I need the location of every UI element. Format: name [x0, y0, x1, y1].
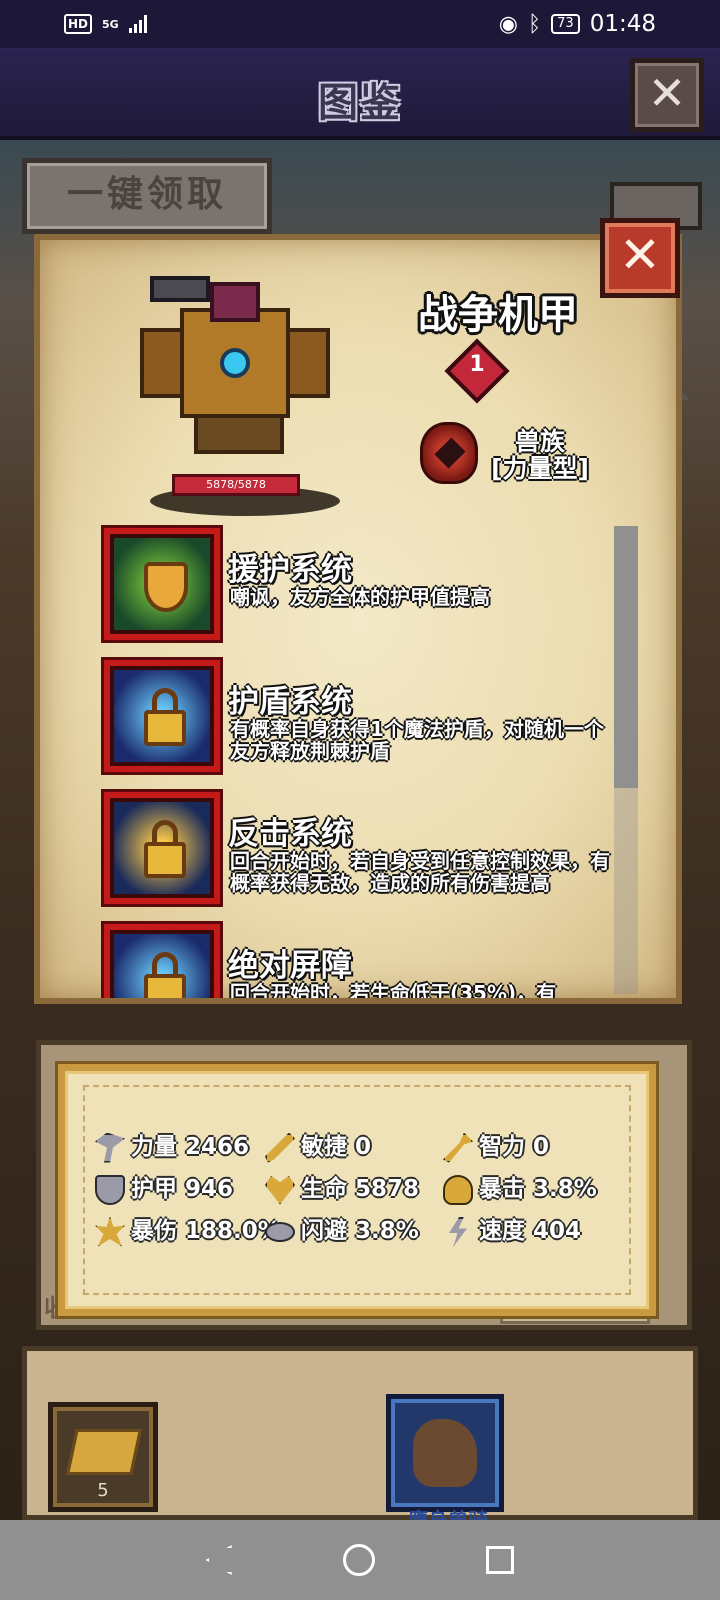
stat-label: 智力	[479, 1134, 525, 1160]
faction-label: 兽族 [力量型]	[484, 428, 596, 482]
stat-value: 2466	[185, 1134, 250, 1160]
unit-portrait-name: 鹰身兽骑	[408, 1508, 488, 1520]
item-slot[interactable]: 5	[48, 1402, 158, 1512]
wand-icon	[443, 1132, 473, 1163]
skull-icon	[443, 1174, 473, 1205]
item-count: 5	[97, 1480, 109, 1501]
stat-value: 0	[533, 1134, 550, 1160]
status-right: ◉ ᛒ 73 01:48	[499, 11, 656, 37]
stat-label: 闪避	[301, 1218, 347, 1244]
stat-label: 力量	[131, 1134, 177, 1160]
skill-icon	[104, 924, 220, 998]
skill-icon	[104, 528, 220, 640]
stats-panel: 力量 2466 敏捷 0 智力 0 护甲 946 生命 5878 暴击 3.8%…	[58, 1064, 656, 1316]
skill-icon	[104, 660, 220, 772]
faction-emblem-icon	[420, 422, 478, 484]
faction-type: [力量型]	[491, 454, 589, 483]
lock-icon	[144, 974, 186, 998]
skill-description: 嘲讽，友方全体的护甲值提高	[230, 585, 490, 609]
burst-icon	[95, 1216, 125, 1247]
clock: 01:48	[589, 11, 656, 37]
stat-label: 护甲	[131, 1176, 177, 1202]
stat-value: 946	[185, 1176, 234, 1202]
signal-icon	[128, 15, 147, 33]
stat-armor: 护甲 946	[95, 1169, 233, 1205]
skill-name: 反击系统	[228, 816, 352, 852]
lock-icon	[144, 842, 186, 878]
bluetooth-icon: ᛒ	[527, 11, 542, 37]
scrollbar-thumb[interactable]	[614, 526, 638, 788]
hd-badge: HD	[64, 14, 93, 34]
stat-crit-damage: 暴伤 188.0%	[95, 1211, 281, 1247]
close-button[interactable]: ✕	[630, 58, 704, 132]
book-icon	[66, 1429, 142, 1475]
recents-icon[interactable]	[486, 1546, 515, 1574]
eye-icon	[265, 1221, 295, 1242]
skills-list[interactable]: 援护系统 嘲讽，友方全体的护甲值提高 护盾系统 有概率自身获得1个魔法护盾，对随…	[100, 524, 620, 998]
unit-portrait[interactable]	[386, 1394, 504, 1512]
battery-indicator: 73	[551, 14, 580, 34]
unit-name: 战争机甲	[418, 292, 578, 338]
head-part	[210, 282, 260, 322]
faction-name: 兽族	[514, 427, 565, 456]
griffin-icon	[413, 1419, 477, 1487]
stat-dodge: 闪避 3.8%	[265, 1211, 419, 1247]
skill-name: 护盾系统	[228, 684, 352, 720]
stat-label: 暴击	[479, 1176, 525, 1202]
heart-icon	[265, 1176, 295, 1205]
skill-item[interactable]: 反击系统 回合开始时，若自身受到任意控制效果，有概率获得无敌，造成的所有伤害提高	[100, 788, 620, 908]
arm-part	[286, 328, 330, 398]
stat-label: 速度	[479, 1218, 525, 1244]
legs-part	[194, 414, 284, 454]
stat-value: 3.8%	[533, 1176, 597, 1202]
hp-bar: 5878/5878	[172, 474, 300, 496]
shield-icon	[144, 562, 188, 612]
stat-label: 暴伤	[131, 1218, 177, 1244]
eye-icon: ◉	[498, 11, 518, 37]
shield-icon	[95, 1174, 125, 1205]
sword-icon	[265, 1132, 295, 1163]
skill-icon	[104, 792, 220, 904]
stat-crit: 暴击 3.8%	[443, 1169, 597, 1205]
energy-core	[220, 348, 250, 378]
war-mech-sprite	[140, 268, 340, 478]
stat-health: 生命 5878	[265, 1169, 419, 1205]
stat-value: 5878	[355, 1176, 420, 1202]
status-bar: HD 5G ◉ ᛒ 73 01:48	[0, 0, 720, 48]
skill-description: 回合开始时，若自身受到任意控制效果，有概率获得无敌，造成的所有伤害提高	[230, 849, 610, 895]
skill-name: 援护系统	[228, 552, 352, 588]
skill-description: 回合开始时，若生命低于(35%)，有	[230, 981, 557, 998]
skill-description: 有概率自身获得1个魔法护盾，对随机一个友方释放荆棘护盾	[230, 717, 604, 763]
arm-part	[140, 328, 184, 398]
stat-value: 0	[355, 1134, 372, 1160]
network-type: 5G	[102, 17, 119, 31]
back-icon[interactable]	[205, 1545, 232, 1575]
stat-strength: 力量 2466	[95, 1127, 249, 1163]
title-bar: 图鉴 ✕	[0, 48, 720, 140]
lock-icon	[144, 710, 186, 746]
skill-item[interactable]: 援护系统 嘲讽，友方全体的护甲值提高	[100, 524, 620, 644]
cannon-part	[150, 276, 210, 302]
stat-label: 生命	[301, 1176, 347, 1202]
status-left: HD 5G	[64, 14, 147, 34]
page-title: 图鉴	[318, 80, 402, 126]
stat-label: 敏捷	[301, 1134, 347, 1160]
claim-all-button[interactable]: 一键领取	[22, 158, 272, 234]
home-icon[interactable]	[342, 1544, 375, 1576]
skill-item[interactable]: 绝对屏障 回合开始时，若生命低于(35%)，有	[100, 920, 620, 998]
modal-close-button[interactable]: ✕	[600, 218, 680, 298]
axe-icon	[95, 1132, 125, 1163]
stat-intelligence: 智力 0	[443, 1127, 549, 1163]
stat-speed: 速度 404	[443, 1211, 581, 1247]
system-nav-bar	[0, 1520, 720, 1600]
skill-name: 绝对屏障	[228, 948, 352, 984]
star-level: 1	[469, 352, 485, 377]
stat-value: 404	[533, 1218, 582, 1244]
stat-agility: 敏捷 0	[265, 1127, 371, 1163]
bolt-icon	[449, 1216, 467, 1247]
stat-value: 3.8%	[355, 1218, 419, 1244]
skill-item[interactable]: 护盾系统 有概率自身获得1个魔法护盾，对随机一个友方释放荆棘护盾	[100, 656, 620, 776]
